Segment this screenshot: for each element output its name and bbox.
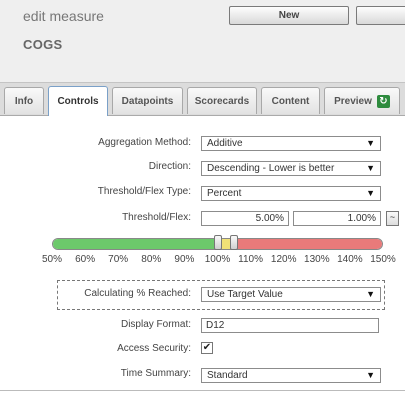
flex-input[interactable]: 1.00% bbox=[293, 211, 381, 226]
refresh-icon[interactable]: ↻ bbox=[376, 94, 390, 108]
chevron-down-icon: ▼ bbox=[366, 289, 375, 299]
slider-flex-handle[interactable] bbox=[230, 235, 239, 250]
slider-tick-label: 50% bbox=[41, 254, 63, 265]
threshold-type-select[interactable]: Percent ▼ bbox=[201, 186, 381, 201]
direction-label: Direction: bbox=[148, 161, 191, 172]
chevron-down-icon: ▼ bbox=[366, 370, 375, 380]
tab-preview[interactable]: Preview ↻ bbox=[324, 87, 400, 114]
slider-green-zone bbox=[53, 239, 219, 249]
time-summary-select[interactable]: Standard ▼ bbox=[201, 368, 381, 383]
slider-tick-label: 140% bbox=[337, 254, 363, 265]
calc-reached-select[interactable]: Use Target Value ▼ bbox=[201, 287, 381, 302]
chevron-down-icon: ▼ bbox=[366, 138, 375, 148]
measure-name: COGS bbox=[23, 37, 63, 52]
new-button[interactable]: New bbox=[229, 6, 349, 25]
threshold-flex-button[interactable]: ~ bbox=[386, 211, 399, 226]
header: edit measure COGS New bbox=[0, 0, 405, 82]
slider-tick-label: 100% bbox=[204, 254, 231, 265]
footer-divider bbox=[0, 390, 405, 391]
slider-tick-label: 90% bbox=[174, 254, 195, 265]
slider-tick-label: 80% bbox=[141, 254, 162, 265]
direction-select[interactable]: Descending - Lower is better ▼ bbox=[201, 161, 381, 176]
slider-tick-label: 150% bbox=[370, 254, 396, 265]
tab-controls[interactable]: Controls bbox=[48, 86, 108, 116]
display-format-label: Display Format: bbox=[120, 319, 191, 330]
tab-info[interactable]: Info bbox=[4, 87, 44, 114]
tab-datapoints[interactable]: Datapoints bbox=[112, 87, 183, 114]
threshold-input[interactable]: 5.00% bbox=[201, 211, 289, 226]
aggregation-value: Additive bbox=[207, 138, 243, 149]
tab-bar: Info Controls Datapoints Scorecards Cont… bbox=[0, 82, 405, 116]
aggregation-label: Aggregation Method: bbox=[98, 137, 191, 148]
tab-content[interactable]: Content bbox=[261, 87, 320, 114]
display-format-input[interactable]: D12 bbox=[201, 318, 379, 333]
tab-scorecards[interactable]: Scorecards bbox=[187, 87, 257, 114]
calc-reached-value: Use Target Value bbox=[207, 289, 283, 300]
slider-tick-label: 70% bbox=[108, 254, 129, 265]
slider-tick-label: 120% bbox=[270, 254, 297, 265]
threshold-flex-label: Threshold/Flex: bbox=[122, 212, 191, 223]
calc-reached-label: Calculating % Reached: bbox=[84, 288, 191, 299]
time-summary-value: Standard bbox=[207, 370, 248, 381]
access-security-checkbox[interactable]: ✔ bbox=[201, 342, 213, 354]
chevron-down-icon: ▼ bbox=[366, 188, 375, 198]
slider-tick-label: 130% bbox=[304, 254, 330, 265]
aggregation-select[interactable]: Additive ▼ bbox=[201, 136, 381, 151]
direction-value: Descending - Lower is better bbox=[207, 163, 335, 174]
slider-tick-label: 110% bbox=[238, 254, 264, 265]
slider-tick-label: 60% bbox=[75, 254, 96, 265]
chevron-down-icon: ▼ bbox=[366, 163, 375, 173]
time-summary-label: Time Summary: bbox=[120, 368, 191, 379]
slider-threshold-handle[interactable] bbox=[213, 235, 222, 250]
page-title: edit measure bbox=[23, 8, 104, 24]
access-security-label: Access Security: bbox=[117, 343, 191, 354]
threshold-type-label: Threshold/Flex Type: bbox=[97, 186, 191, 197]
slider-red-zone bbox=[235, 239, 382, 249]
tab-preview-label: Preview bbox=[334, 95, 372, 107]
header-extra-button[interactable] bbox=[356, 6, 405, 25]
threshold-type-value: Percent bbox=[207, 188, 242, 199]
